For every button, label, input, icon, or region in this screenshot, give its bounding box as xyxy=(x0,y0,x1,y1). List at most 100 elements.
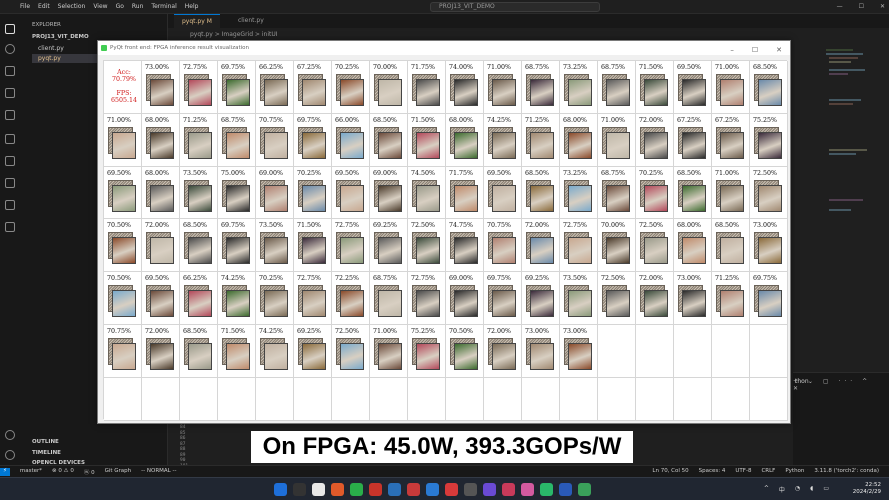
vscode-taskbar-icon[interactable] xyxy=(426,483,439,496)
accuracy-label: 69.00% xyxy=(259,169,284,177)
netease-icon[interactable] xyxy=(445,483,458,496)
terminal-taskbar-icon[interactable] xyxy=(464,483,477,496)
problems-count[interactable]: ⊗ 0 ⚠ 0 xyxy=(52,468,74,476)
command-center-search[interactable]: PROJ13_VIT_DEMO xyxy=(430,2,600,12)
pyqt-taskbar-icon[interactable] xyxy=(578,483,591,496)
tab-client-py[interactable]: client.py xyxy=(230,14,272,28)
empty-cell xyxy=(218,377,256,421)
result-cell: 69.00% xyxy=(370,166,408,220)
menu-go[interactable]: Go xyxy=(116,3,124,10)
minimize-icon[interactable]: — xyxy=(837,3,843,10)
menu-run[interactable]: Run xyxy=(132,3,144,10)
result-cell: 69.75% xyxy=(484,272,522,325)
language-icon[interactable]: 中 xyxy=(779,485,785,494)
outline-section[interactable]: OUTLINE xyxy=(32,439,59,445)
git-branch[interactable]: master* xyxy=(20,468,42,476)
battery-icon[interactable]: ▭ xyxy=(823,485,829,494)
minimap[interactable] xyxy=(823,40,873,380)
empty-cell xyxy=(636,377,674,421)
indentation[interactable]: Spaces: 4 xyxy=(699,468,726,474)
language-mode[interactable]: Python xyxy=(785,468,804,474)
remote-explorer-icon[interactable] xyxy=(5,134,15,144)
image-batch-thumbnail xyxy=(678,126,706,159)
youdao-icon[interactable] xyxy=(369,483,382,496)
mail-icon[interactable] xyxy=(388,483,401,496)
source-control-icon[interactable] xyxy=(5,66,15,76)
wechat-icon[interactable] xyxy=(350,483,363,496)
empty-cell xyxy=(712,324,750,378)
front-image xyxy=(644,237,668,265)
menu-edit[interactable]: Edit xyxy=(38,3,50,10)
front-image xyxy=(568,290,592,318)
search-icon[interactable] xyxy=(5,44,15,54)
chevron-up-icon[interactable]: ^ xyxy=(764,485,769,494)
result-cell: 72.75% xyxy=(332,219,370,273)
accuracy-label: 73.50% xyxy=(563,275,588,283)
image-batch-thumbnail xyxy=(336,285,364,318)
file-client-py[interactable]: client.py xyxy=(38,44,64,53)
front-image xyxy=(264,79,288,106)
word-icon[interactable] xyxy=(559,483,572,496)
run-debug-icon[interactable] xyxy=(5,88,15,98)
accuracy-label: 73.00% xyxy=(145,64,170,71)
cursor-position[interactable]: Ln 70, Col 50 xyxy=(652,468,688,474)
git-graph-icon[interactable] xyxy=(5,222,15,232)
accuracy-label: 72.50% xyxy=(639,222,664,230)
line-ending[interactable]: CRLF xyxy=(761,468,775,474)
image-batch-thumbnail xyxy=(146,337,174,370)
pyqt-close-icon[interactable]: ✕ xyxy=(776,43,782,57)
wifi-icon[interactable]: ◔ xyxy=(795,485,800,494)
front-image xyxy=(416,131,440,159)
chrome-icon[interactable] xyxy=(331,483,344,496)
result-cell: 69.25% xyxy=(294,324,332,378)
menu-selection[interactable]: Selection xyxy=(58,3,86,10)
accuracy-label: 72.75% xyxy=(297,275,322,283)
opencl-icon[interactable] xyxy=(5,200,15,210)
result-cell: 68.00% xyxy=(142,166,180,220)
ports-count[interactable]: ⓦ 0 xyxy=(84,468,95,476)
search-taskbar-icon[interactable] xyxy=(293,483,306,496)
stat-fps-label: FPS: xyxy=(116,90,132,97)
system-tray[interactable]: ^ 中 ◔ ◖ ▭ xyxy=(764,485,829,494)
extensions-icon[interactable] xyxy=(5,110,15,120)
encoding[interactable]: UTF-8 xyxy=(735,468,751,474)
app-icon[interactable] xyxy=(483,483,496,496)
start-icon[interactable] xyxy=(274,483,287,496)
pdf-icon[interactable] xyxy=(407,483,420,496)
remote-indicator[interactable]: ⚡ xyxy=(0,468,10,476)
image-batch-thumbnail xyxy=(108,285,136,318)
accuracy-label: 66.25% xyxy=(183,275,208,283)
front-image xyxy=(264,237,288,265)
explorer-icon[interactable] xyxy=(5,24,15,34)
menu-help[interactable]: Help xyxy=(185,3,199,10)
timeline-section[interactable]: TIMELINE xyxy=(32,450,61,456)
accuracy-label: 71.50% xyxy=(639,64,664,71)
project-folder[interactable]: PROJ13_VIT_DEMO xyxy=(32,34,89,40)
empty-cell xyxy=(750,377,788,421)
result-cell: 71.00% xyxy=(484,61,522,114)
account-icon[interactable] xyxy=(5,430,15,440)
close-icon[interactable]: ✕ xyxy=(880,3,885,10)
maximize-icon[interactable]: ☐ xyxy=(859,3,864,10)
pyqt-maximize-icon[interactable]: ☐ xyxy=(752,43,758,57)
menu-file[interactable]: File xyxy=(20,3,30,10)
menu-view[interactable]: View xyxy=(93,3,107,10)
menu-terminal[interactable]: Terminal xyxy=(151,3,176,10)
volume-icon[interactable]: ◖ xyxy=(810,485,813,494)
clock[interactable]: 22:52 2024/2/29 xyxy=(853,482,881,496)
app2-icon[interactable] xyxy=(502,483,515,496)
file-explorer-icon[interactable] xyxy=(312,483,325,496)
panel-actions[interactable]: + ⌄ ▢ ··· ^ ✕ xyxy=(793,378,883,392)
docker-icon[interactable] xyxy=(5,178,15,188)
testing-icon[interactable] xyxy=(5,156,15,166)
tab-pyqt-py[interactable]: pyqt.py M xyxy=(174,14,220,28)
accuracy-label: 73.25% xyxy=(563,169,588,177)
image-batch-thumbnail xyxy=(526,126,554,159)
app4-icon[interactable] xyxy=(540,483,553,496)
python-interpreter[interactable]: 3.11.8 ('torch2': conda) xyxy=(814,468,879,474)
gear-icon[interactable] xyxy=(5,450,15,460)
app3-icon[interactable] xyxy=(521,483,534,496)
git-graph-status[interactable]: Git Graph xyxy=(105,468,132,476)
pyqt-minimize-icon[interactable]: – xyxy=(730,43,734,57)
accuracy-label: 74.25% xyxy=(487,116,512,124)
